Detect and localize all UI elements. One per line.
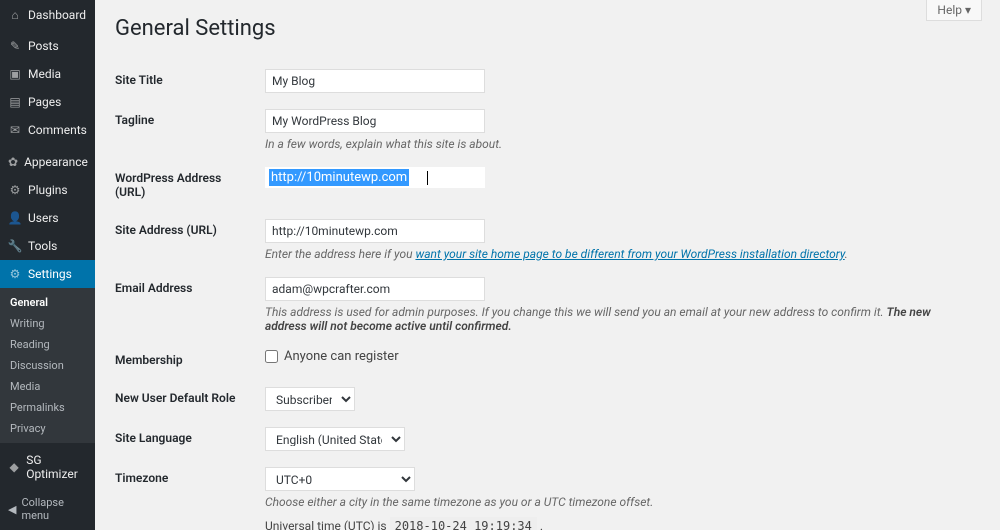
sidebar-item-pages[interactable]: ▤ Pages — [0, 88, 95, 116]
wp-url-label: WordPress Address (URL) — [115, 159, 255, 211]
settings-icon: ⚙ — [8, 267, 22, 281]
sidebar-item-users[interactable]: 👤 Users — [0, 204, 95, 232]
plugins-icon: ⚙ — [8, 183, 22, 197]
sidebar-item-tools[interactable]: 🔧 Tools — [0, 232, 95, 260]
site-url-description: Enter the address here if you want your … — [265, 247, 970, 261]
sidebar-item-appearance[interactable]: ✿ Appearance — [0, 148, 95, 176]
site-title-input[interactable] — [265, 69, 485, 93]
sidebar-item-plugins[interactable]: ⚙ Plugins — [0, 176, 95, 204]
settings-submenu: General Writing Reading Discussion Media… — [0, 288, 95, 443]
admin-sidebar: ⌂ Dashboard ✎ Posts ▣ Media ▤ Pages ✉ Comment… — [0, 0, 95, 530]
sidebar-item-settings[interactable]: ⚙ Settings — [0, 260, 95, 288]
utc-time-display: Universal time (UTC) is 2018-10-24 19:19… — [265, 519, 970, 530]
language-label: Site Language — [115, 419, 255, 459]
wp-url-selected-text: http://10minutewp.com — [269, 169, 409, 186]
site-url-help-link[interactable]: want your site home page to be different… — [415, 247, 844, 261]
wp-url-input[interactable]: http://10minutewp.com — [265, 167, 485, 188]
default-role-select[interactable]: Subscriber — [265, 387, 355, 411]
sidebar-item-label: Settings — [28, 267, 72, 281]
membership-checkbox-label[interactable]: Anyone can register — [265, 349, 399, 364]
submenu-item-reading[interactable]: Reading — [0, 334, 95, 355]
submenu-item-general[interactable]: General — [0, 292, 95, 313]
text-cursor — [427, 171, 428, 185]
appearance-icon: ✿ — [8, 155, 18, 169]
utc-time-code: 2018-10-24 19:19:34 — [390, 517, 537, 530]
sidebar-item-label: Tools — [28, 239, 57, 253]
language-select[interactable]: English (United States) — [265, 427, 405, 451]
sidebar-item-posts[interactable]: ✎ Posts — [0, 32, 95, 60]
pages-icon: ▤ — [8, 95, 22, 109]
membership-checkbox[interactable] — [265, 350, 278, 363]
sidebar-item-dashboard[interactable]: ⌂ Dashboard — [0, 0, 95, 29]
comments-icon: ✉ — [8, 123, 22, 137]
sidebar-item-sg-optimizer[interactable]: ◆ SG Optimizer — [0, 446, 95, 488]
email-input[interactable] — [265, 277, 485, 301]
membership-label: Membership — [115, 341, 255, 379]
users-icon: 👤 — [8, 211, 22, 225]
collapse-menu-button[interactable]: ◀Collapse menu — [0, 488, 95, 530]
sidebar-item-label: Users — [28, 211, 59, 225]
submenu-item-permalinks[interactable]: Permalinks — [0, 397, 95, 418]
sidebar-item-label: Posts — [28, 39, 59, 53]
timezone-select[interactable]: UTC+0 — [265, 467, 415, 491]
tagline-input[interactable] — [265, 109, 485, 133]
sidebar-item-comments[interactable]: ✉ Comments — [0, 116, 95, 144]
tagline-label: Tagline — [115, 101, 255, 159]
media-icon: ▣ — [8, 67, 22, 81]
timezone-description: Choose either a city in the same timezon… — [265, 495, 970, 509]
site-title-label: Site Title — [115, 61, 255, 101]
sg-optimizer-icon: ◆ — [8, 460, 20, 474]
dashboard-icon: ⌂ — [8, 8, 22, 22]
help-tab[interactable]: Help ▾ — [926, 0, 982, 21]
site-url-input[interactable] — [265, 219, 485, 243]
sidebar-item-label: Appearance — [24, 155, 88, 169]
sidebar-item-label: Plugins — [28, 183, 68, 197]
sidebar-item-label: SG Optimizer — [26, 453, 87, 481]
site-url-label: Site Address (URL) — [115, 211, 255, 269]
posts-icon: ✎ — [8, 39, 22, 53]
sidebar-item-label: Pages — [28, 95, 61, 109]
tools-icon: 🔧 — [8, 239, 22, 253]
submenu-item-media[interactable]: Media — [0, 376, 95, 397]
email-description: This address is used for admin purposes.… — [265, 305, 970, 333]
sidebar-item-label: Dashboard — [28, 8, 86, 22]
sidebar-item-media[interactable]: ▣ Media — [0, 60, 95, 88]
sidebar-item-label: Comments — [28, 123, 87, 137]
submenu-item-privacy[interactable]: Privacy — [0, 418, 95, 439]
settings-form: Site Title Tagline In a few words, expla… — [115, 61, 980, 530]
page-title: General Settings — [115, 16, 980, 41]
sidebar-item-label: Media — [28, 67, 61, 81]
timezone-label: Timezone — [115, 459, 255, 530]
email-label: Email Address — [115, 269, 255, 341]
default-role-label: New User Default Role — [115, 379, 255, 419]
submenu-item-discussion[interactable]: Discussion — [0, 355, 95, 376]
submenu-item-writing[interactable]: Writing — [0, 313, 95, 334]
main-content: Help ▾ General Settings Site Title Tagli… — [95, 0, 1000, 530]
collapse-icon: ◀ — [8, 503, 16, 516]
tagline-description: In a few words, explain what this site i… — [265, 137, 970, 151]
